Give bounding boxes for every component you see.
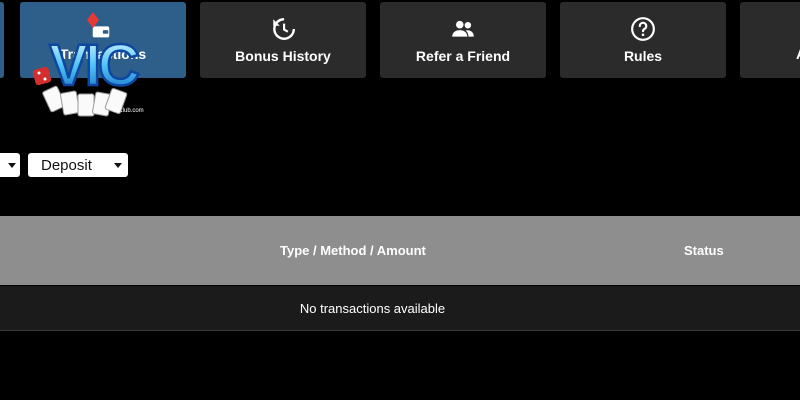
type-select-value: Deposit — [41, 156, 92, 174]
tab-partial-right[interactable]: A — [740, 2, 800, 78]
tab-label-refer-a-friend: Refer a Friend — [415, 48, 511, 64]
tab-bonus-history[interactable]: Bonus History — [200, 2, 366, 78]
table-header: Type / Method / Amount Status — [0, 216, 800, 285]
column-header-type-method-amount: Type / Method / Amount — [280, 243, 426, 258]
vic-logo: VIC vicclub.com — [32, 12, 144, 117]
users-icon — [452, 20, 474, 37]
tab-partial-left[interactable] — [0, 2, 4, 78]
chevron-down-icon — [8, 163, 16, 168]
column-header-status: Status — [684, 243, 724, 258]
logo-subtext: vicclub.com — [112, 108, 143, 114]
tab-refer-a-friend[interactable]: Refer a Friend — [380, 2, 546, 78]
tab-label-bonus-history: Bonus History — [235, 48, 331, 64]
history-icon — [273, 18, 296, 40]
empty-message: No transactions available — [299, 300, 446, 316]
tab-label-rules: Rules — [623, 48, 663, 64]
table-empty-row: No transactions available — [0, 286, 800, 331]
type-select[interactable]: Deposit — [28, 153, 128, 177]
tab-rules[interactable]: Rules — [560, 2, 726, 78]
question-circle-icon — [631, 17, 655, 41]
filter-select-left[interactable] — [0, 153, 20, 177]
chevron-down-icon — [114, 163, 122, 168]
logo-text: VIC — [49, 33, 139, 98]
